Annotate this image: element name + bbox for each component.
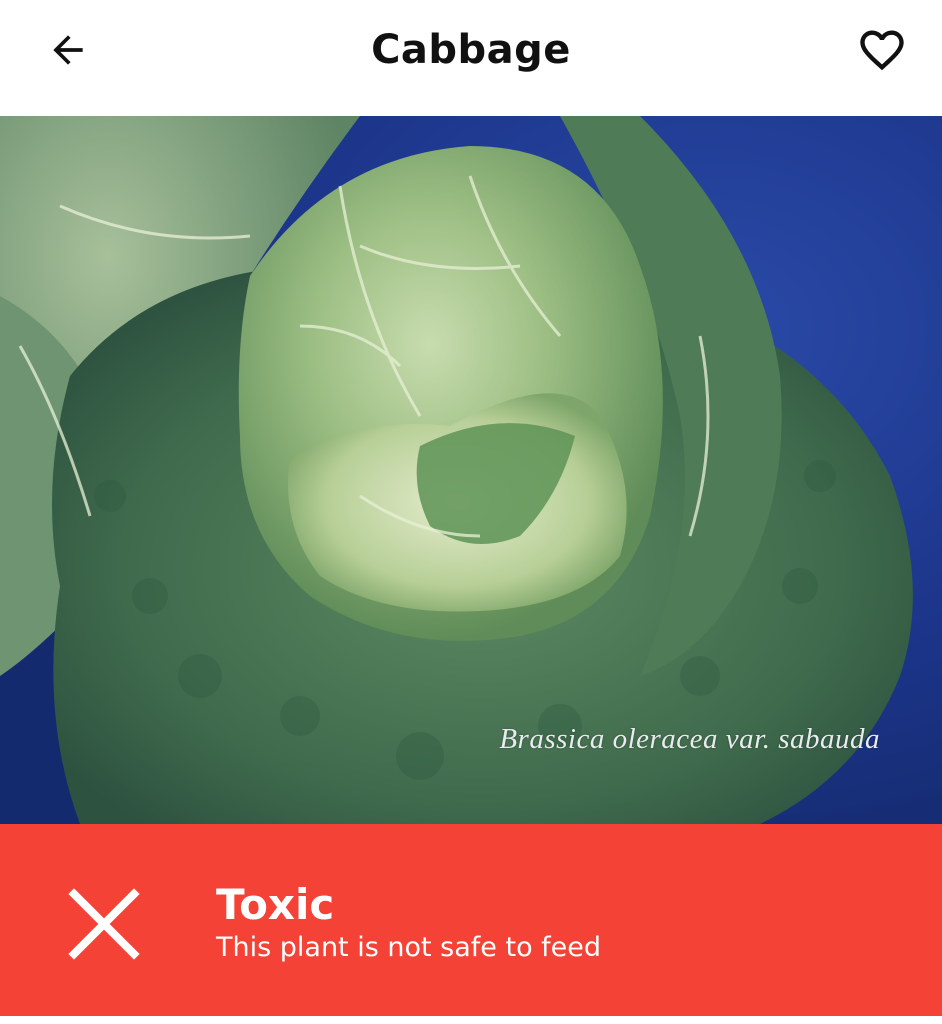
photo-caption: Brassica oleracea var. sabauda: [499, 723, 880, 755]
plant-detail-screen: Cabbage Brassica oleracea var. sabauda T…: [0, 0, 942, 1024]
plant-photo: Brassica oleracea var. sabauda: [0, 116, 942, 824]
bottom-divider: [0, 1016, 942, 1024]
close-x-icon: [68, 888, 140, 960]
heart-outline-icon: [860, 30, 904, 71]
cabbage-image: [0, 116, 942, 824]
status-title: Toxic: [216, 880, 335, 929]
toxicity-banner: Toxic This plant is not safe to feed: [0, 824, 942, 1016]
status-subtitle: This plant is not safe to feed: [216, 932, 602, 963]
top-app-bar: Cabbage: [0, 0, 942, 116]
favorite-button[interactable]: [840, 12, 924, 88]
page-title: Cabbage: [371, 27, 571, 73]
